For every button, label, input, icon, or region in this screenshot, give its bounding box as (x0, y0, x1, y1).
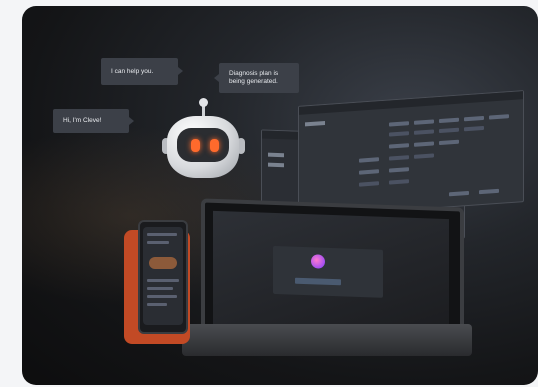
window-titlebar (299, 91, 523, 115)
bubble-tail (214, 74, 219, 82)
table-cell (389, 143, 409, 149)
bubble-tail (178, 67, 183, 75)
table-cell (414, 153, 434, 159)
table-cell (439, 117, 459, 124)
robot-antenna-tip (199, 98, 208, 107)
handheld-device (138, 220, 188, 334)
robot-assistant-icon (162, 98, 245, 188)
screen-header-bar (147, 233, 177, 236)
vehicle-icon (149, 257, 177, 269)
chat-bubble-greeting-text: Hi, I'm Cleve! (63, 117, 102, 124)
table-cell (464, 125, 484, 132)
screen-line (147, 279, 179, 282)
table-cell (449, 190, 469, 197)
chat-bubble-help-text: I can help you. (111, 67, 154, 75)
robot-eye-right (210, 139, 219, 152)
chat-bubble-diagnosis: Diagnosis plan is being generated. (214, 63, 299, 93)
sidebar-item (268, 152, 284, 158)
table-cell (359, 169, 379, 175)
sidebar-item (268, 162, 284, 168)
table-cell (439, 139, 459, 146)
chat-bubble-diagnosis-text: Diagnosis plan is being generated. (229, 70, 279, 85)
table-cell (359, 157, 379, 163)
screen-line (147, 295, 177, 298)
table-cell (359, 181, 379, 187)
gradient-orb-logo-icon (311, 254, 325, 269)
handheld-screen (143, 227, 183, 325)
table-cell (479, 188, 499, 195)
table-cell (439, 127, 459, 134)
screen-line (147, 241, 169, 244)
table-cell (389, 131, 409, 137)
screen-line (147, 303, 167, 306)
table-cell (414, 129, 434, 135)
monitor-screen (213, 210, 449, 338)
robot-eye-left (191, 139, 200, 152)
bubble-tail (129, 117, 134, 125)
table-cell (489, 114, 509, 120)
screen-line (147, 287, 173, 290)
table-cell (389, 155, 409, 161)
login-panel (273, 245, 383, 298)
monitor-stand (182, 324, 472, 356)
table-cell (464, 115, 484, 122)
chat-bubble-help: I can help you. (101, 58, 183, 85)
diagnostic-window-front (298, 90, 524, 218)
chat-bubble-greeting: Hi, I'm Cleve! (53, 109, 134, 133)
robot-face (177, 128, 229, 162)
hero-image-card: I can help you. Diagnosis plan is being … (22, 6, 538, 385)
table-cell (389, 167, 409, 173)
table-cell (414, 119, 434, 125)
table-cell (389, 179, 409, 185)
table-cell (414, 141, 434, 147)
sidebar-item (305, 121, 325, 127)
table-cell (389, 121, 409, 127)
